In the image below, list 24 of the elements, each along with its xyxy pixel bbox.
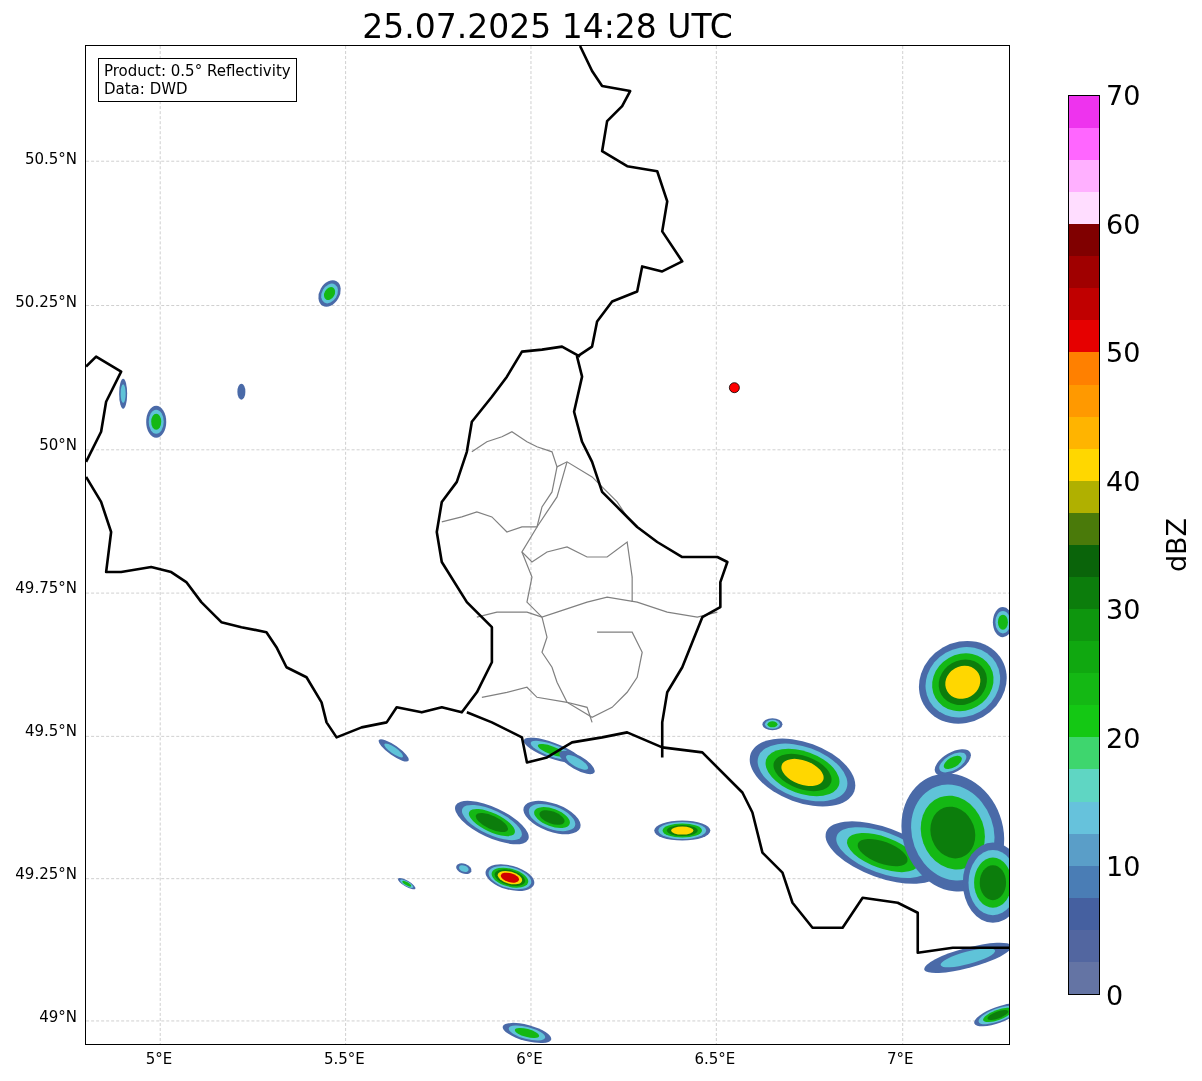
info-text: Product: 0.5° Reflectivity xyxy=(104,62,291,80)
colorbar-label: dBZ xyxy=(1162,517,1190,573)
longitude-label: 5°E xyxy=(145,1052,173,1067)
colorbar-tick-label: 60 xyxy=(1106,210,1141,238)
info-text: Data: DWD xyxy=(104,80,189,98)
colorbar-tick-label: 40 xyxy=(1106,467,1141,495)
colorbar-tick-label: 50 xyxy=(1106,339,1141,367)
longitude-label: 7°E xyxy=(886,1052,914,1067)
longitude-label: 5.5°E xyxy=(323,1052,365,1067)
longitude-label: 6°E xyxy=(516,1052,543,1067)
latitude-label: 50.5°N xyxy=(24,152,77,167)
colorbar-tick-label: 30 xyxy=(1106,596,1141,624)
latitude-label: 49.75°N xyxy=(15,581,77,596)
chart-title: 25.07.2025 14:28 UTC xyxy=(362,8,733,45)
latitude-label: 50.25°N xyxy=(15,295,77,310)
colorbar-tick-label: 0 xyxy=(1106,982,1124,1009)
colorbar-tick-label: 10 xyxy=(1106,853,1141,881)
colorbar-tick-label: 70 xyxy=(1106,82,1141,109)
latitude-label: 50°N xyxy=(39,438,77,453)
latitude-label: 49°N xyxy=(39,1010,77,1025)
latitude-label: 49.5°N xyxy=(24,724,77,739)
colorbar-tick-label: 20 xyxy=(1106,724,1141,752)
longitude-label: 6.5°E xyxy=(694,1052,736,1067)
latitude-label: 49.25°N xyxy=(15,867,77,882)
